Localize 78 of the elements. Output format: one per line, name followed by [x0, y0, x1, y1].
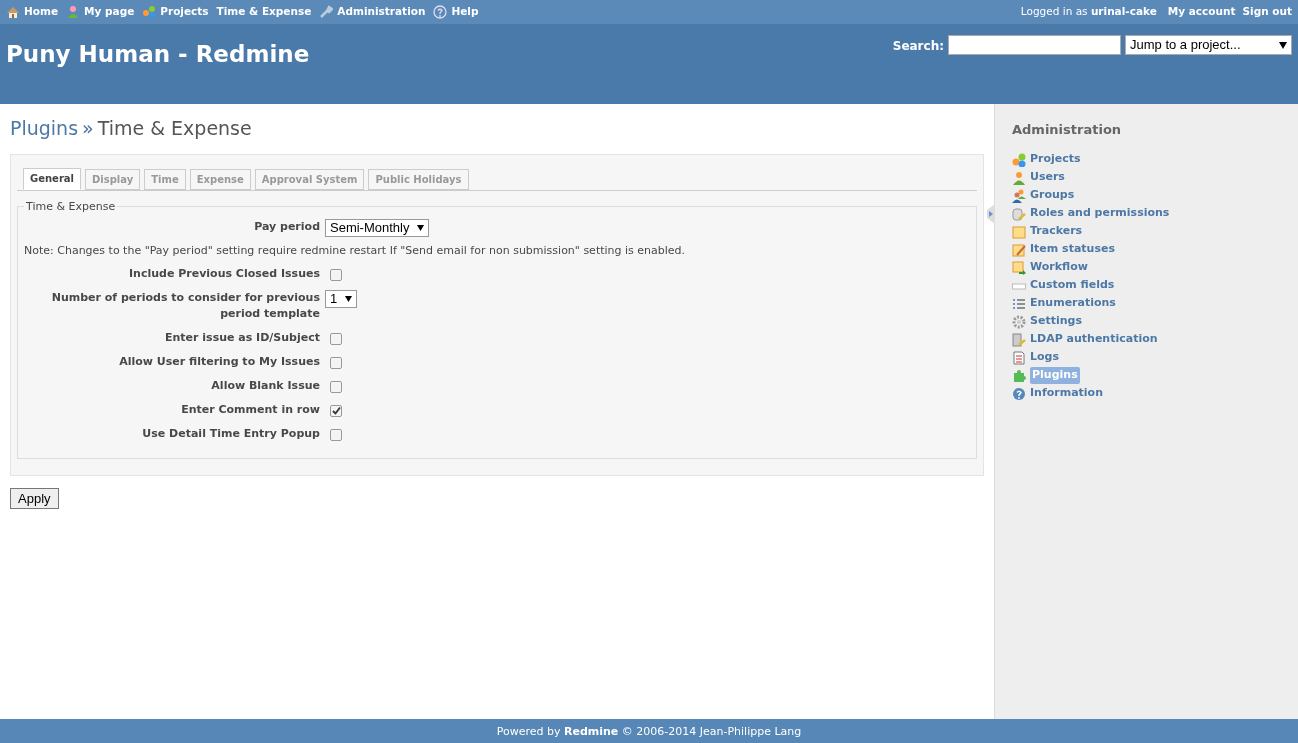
- caret-icon: [345, 295, 353, 302]
- circles-icon: [142, 5, 157, 19]
- document-icon: [1012, 350, 1026, 365]
- tab[interactable]: Public Holidays: [368, 168, 469, 190]
- search-field[interactable]: [948, 35, 1121, 55]
- sidebar-heading: Administration: [1012, 121, 1123, 139]
- circles-icon: [1012, 152, 1026, 167]
- setting-label: Use Detail Time Entry Popup: [141, 425, 320, 442]
- sidebar-link[interactable]: Projects: [1030, 151, 1081, 168]
- logged-in-text: Logged in as urinal-cake: [1020, 4, 1157, 20]
- sidebar-link[interactable]: Workflow: [1030, 259, 1088, 276]
- sidebar-link[interactable]: Groups: [1030, 187, 1075, 204]
- sidebar-toggle-icon[interactable]: [987, 204, 995, 224]
- person-icon: [1012, 170, 1026, 185]
- sidebar-link[interactable]: Logs: [1030, 349, 1059, 366]
- tab[interactable]: Expense: [189, 168, 251, 190]
- setting-label: Enter Comment in row: [180, 401, 320, 418]
- sidebar-link[interactable]: Information: [1030, 385, 1103, 402]
- sidebar-link[interactable]: Item statuses: [1030, 241, 1115, 258]
- menu-link[interactable]: Time & Expense: [216, 4, 312, 20]
- account-link[interactable]: Sign out: [1242, 4, 1292, 20]
- server-key-icon: [1012, 332, 1026, 347]
- info-icon: [1012, 386, 1026, 401]
- sidebar-link[interactable]: Settings: [1030, 313, 1082, 330]
- footer-text: Powered by Redmine © 2006-2014 Jean-Philippe Lang: [496, 724, 802, 741]
- gear-icon: [1012, 314, 1026, 329]
- help-icon: [433, 5, 448, 19]
- site-title: Puny Human - Redmine: [6, 40, 310, 69]
- setting-label: Allow User filtering to My Issues: [118, 353, 320, 370]
- setting-label: Enter issue as ID/Subject: [164, 329, 320, 346]
- puzzle-icon: [1012, 368, 1026, 383]
- account-link[interactable]: My account: [1167, 4, 1236, 20]
- caret-icon: [417, 225, 425, 231]
- fieldset-legend: Time & Expense: [24, 198, 118, 215]
- tab[interactable]: Display: [85, 168, 141, 190]
- project-jump-select[interactable]: Jump to a project...: [1125, 35, 1292, 55]
- breadcrumb-link[interactable]: Plugins: [10, 114, 79, 143]
- search-label: Search:: [892, 38, 944, 55]
- page-heading: Time & Expense: [97, 116, 252, 141]
- sidebar-link[interactable]: Enumerations: [1030, 295, 1116, 312]
- tab[interactable]: Time: [144, 168, 186, 190]
- checkbox[interactable]: [330, 268, 342, 281]
- setting-label: Allow Blank Issue: [210, 377, 320, 394]
- sidebar-link[interactable]: Custom fields: [1030, 277, 1115, 294]
- apply-button[interactable]: Apply: [10, 487, 59, 509]
- sidebar-link[interactable]: Users: [1030, 169, 1065, 186]
- menu-link[interactable]: Administration: [337, 4, 426, 20]
- checkbox[interactable]: [330, 428, 342, 441]
- people-icon: [1012, 188, 1026, 203]
- person-icon: [66, 5, 81, 19]
- setting-label: Number of periods to consider for previous period template: [50, 289, 320, 322]
- home-icon: [6, 5, 20, 19]
- sidebar-link[interactable]: Plugins: [1030, 367, 1080, 384]
- tab[interactable]: General: [23, 167, 81, 190]
- menu-link[interactable]: Home: [24, 4, 59, 20]
- sidebar-link[interactable]: LDAP authentication: [1030, 331, 1158, 348]
- list-icon: [1012, 296, 1026, 311]
- breadcrumb-separator: »: [82, 116, 94, 141]
- note-icon: [1012, 224, 1026, 239]
- setting-label: Include Previous Closed Issues: [128, 265, 320, 282]
- checkbox[interactable]: [330, 332, 342, 345]
- checkbox[interactable]: [330, 380, 342, 393]
- note-text: Note: Changes to the "Pay period" setting require redmine restart If "Send email for non submission" setting is enabled.: [24, 243, 687, 259]
- menu-link[interactable]: My page: [84, 4, 135, 20]
- menu-link[interactable]: Projects: [160, 4, 209, 20]
- checkbox[interactable]: [330, 356, 342, 369]
- wrench-icon: [319, 5, 334, 19]
- checkbox[interactable]: [330, 404, 342, 417]
- setting-label: Pay period: [253, 219, 320, 235]
- menu-link[interactable]: Help: [451, 4, 479, 20]
- dropdown[interactable]: Semi-Monthly: [325, 219, 430, 237]
- cylinder-key-icon: [1012, 206, 1026, 221]
- caret-icon: [1279, 41, 1287, 49]
- note-pencil-icon: [1012, 242, 1026, 257]
- sidebar-link[interactable]: Roles and permissions: [1030, 205, 1170, 222]
- sidebar-link[interactable]: Trackers: [1030, 223, 1083, 240]
- dropdown[interactable]: 1: [325, 289, 358, 308]
- tab[interactable]: Approval System: [254, 168, 365, 190]
